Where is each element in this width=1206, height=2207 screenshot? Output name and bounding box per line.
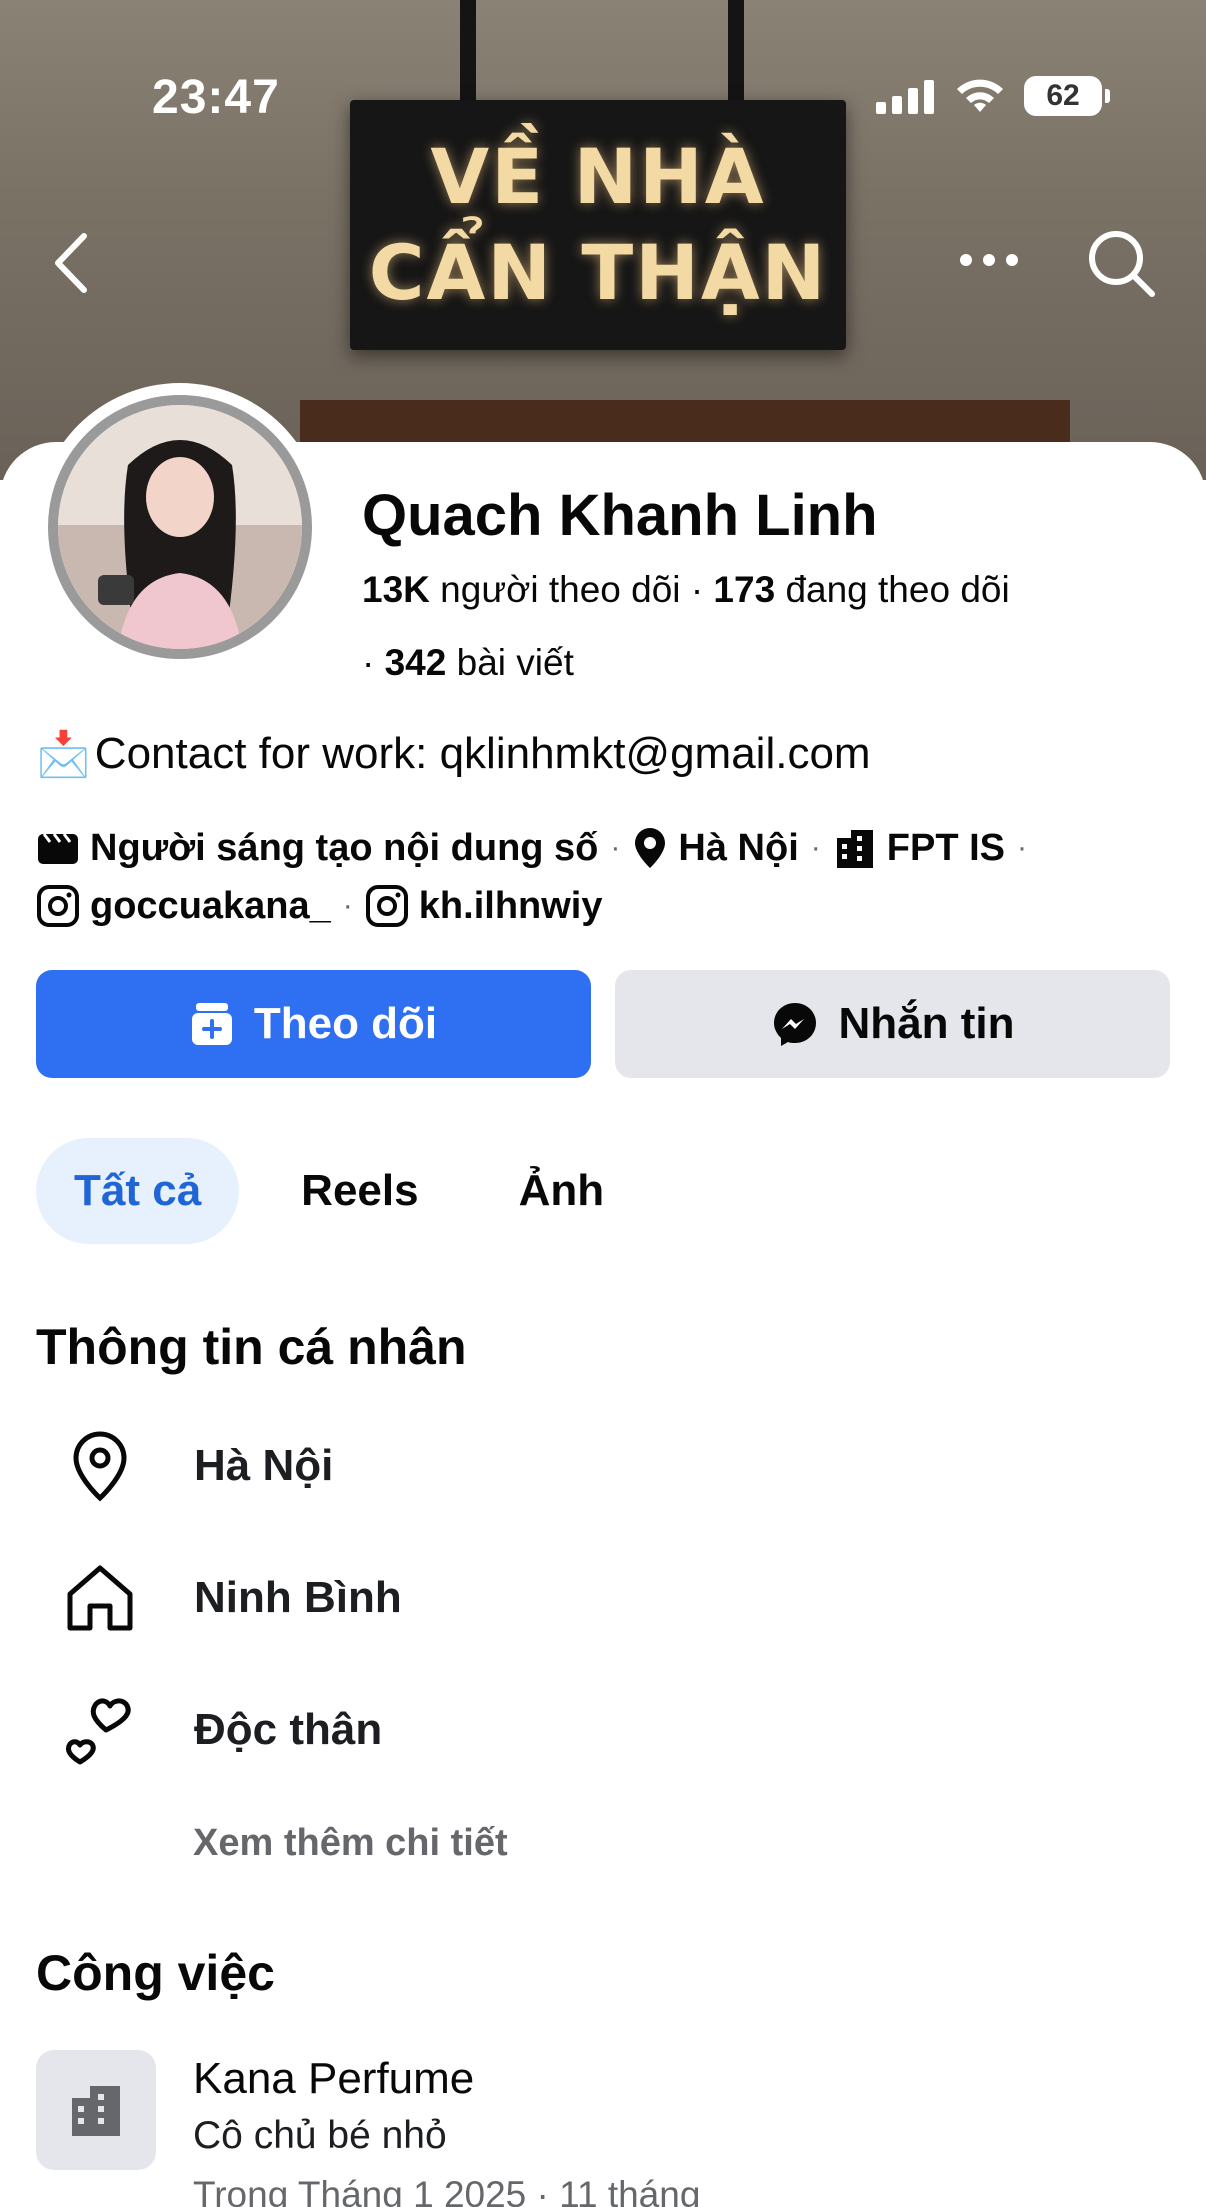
signal-icon xyxy=(876,80,934,114)
detail-location[interactable]: Hà Nội xyxy=(678,827,798,870)
tab-reels[interactable]: Reels xyxy=(263,1138,456,1244)
following-label[interactable]: đang theo dõi xyxy=(785,569,1009,610)
detail-category: Người sáng tạo nội dung số xyxy=(90,826,599,869)
work-company-name[interactable]: Kana Perfume xyxy=(193,2054,474,2104)
chevron-left-icon xyxy=(55,233,87,293)
cover-sign: VỀ NHÀ CẨN THẬN xyxy=(350,100,846,350)
tab-all[interactable]: Tất cả xyxy=(36,1138,240,1244)
see-more-details-link[interactable]: Xem thêm chi tiết xyxy=(193,1822,508,1865)
profile-bio: 📩 Contact for work: qklinhmkt@gmail.com xyxy=(36,728,871,780)
instagram-icon xyxy=(365,884,409,928)
more-dots-icon xyxy=(960,254,1018,266)
avatar-image xyxy=(58,405,302,649)
profile-tabs: Tất cả Reels Ảnh xyxy=(36,1138,642,1244)
personal-info-title: Thông tin cá nhân xyxy=(36,1319,467,1375)
clapperboard-icon xyxy=(36,828,80,868)
hearts-icon xyxy=(60,1694,140,1766)
work-role: Cô chủ bé nhỏ xyxy=(193,2114,447,2157)
sign-line-1: VỀ NHÀ xyxy=(430,132,766,221)
envelope-icon: 📩 xyxy=(36,730,91,779)
battery-indicator: 62 xyxy=(1024,76,1110,116)
info-relationship-text: Độc thân xyxy=(194,1705,383,1754)
sign-rod xyxy=(460,0,476,100)
search-button[interactable] xyxy=(1084,226,1158,305)
location-pin-icon xyxy=(60,1430,140,1502)
instagram-link-1[interactable]: goccuakana_ xyxy=(90,885,331,928)
follow-button[interactable]: Theo dõi xyxy=(36,970,591,1078)
more-options-button[interactable] xyxy=(958,240,1020,285)
details-row-2: goccuakana_ · kh.ilhnwiy xyxy=(36,884,603,928)
posts-label: bài viết xyxy=(456,642,574,683)
followers-label[interactable]: người theo dõi xyxy=(440,569,680,610)
back-button[interactable] xyxy=(48,228,98,303)
follow-icon xyxy=(191,1003,232,1045)
info-row-location[interactable]: Hà Nội xyxy=(60,1430,333,1502)
message-button-label: Nhắn tin xyxy=(838,999,1015,1048)
building-icon xyxy=(72,2086,120,2136)
info-hometown-text: Ninh Bình xyxy=(194,1573,402,1622)
info-row-relationship[interactable]: Độc thân xyxy=(60,1694,382,1766)
avatar xyxy=(48,395,312,659)
info-row-hometown[interactable]: Ninh Bình xyxy=(60,1562,402,1634)
instagram-icon xyxy=(36,884,80,928)
building-icon xyxy=(833,826,877,870)
home-icon xyxy=(60,1562,140,1634)
posts-stats: · 342 bài viết xyxy=(362,642,574,683)
status-icons: 62 xyxy=(876,76,1110,116)
sign-rod xyxy=(728,0,744,100)
following-count[interactable]: 173 xyxy=(713,569,775,610)
search-icon xyxy=(1089,231,1155,297)
info-location-text: Hà Nội xyxy=(194,1441,334,1490)
bio-text: Contact for work: qklinhmkt@gmail.com xyxy=(94,729,871,778)
location-pin-icon xyxy=(632,826,668,870)
status-time: 23:47 xyxy=(152,71,280,124)
profile-name: Quach Khanh Linh xyxy=(362,483,878,548)
message-button[interactable]: Nhắn tin xyxy=(615,970,1170,1078)
sign-line-2: CẨN THẬN xyxy=(368,228,828,317)
follow-stats: 13K người theo dõi · 173 đang theo dõi xyxy=(362,569,1010,610)
posts-count: 342 xyxy=(384,642,447,683)
details-row-1: Người sáng tạo nội dung số · Hà Nội · FP… xyxy=(36,826,1039,870)
followers-count[interactable]: 13K xyxy=(362,569,430,610)
work-date: Trong Tháng 1 2025 · 11 tháng xyxy=(193,2174,701,2207)
messenger-icon xyxy=(773,1003,816,1046)
wifi-icon xyxy=(957,79,1003,112)
tab-photos[interactable]: Ảnh xyxy=(481,1138,643,1244)
work-company-icon[interactable] xyxy=(36,2050,156,2170)
detail-workplace[interactable]: FPT IS xyxy=(887,827,1005,870)
profile-avatar[interactable] xyxy=(36,383,324,671)
instagram-link-2[interactable]: kh.ilhnwiy xyxy=(419,885,603,928)
follow-button-label: Theo dõi xyxy=(253,999,438,1048)
work-title: Công việc xyxy=(36,1945,275,2001)
